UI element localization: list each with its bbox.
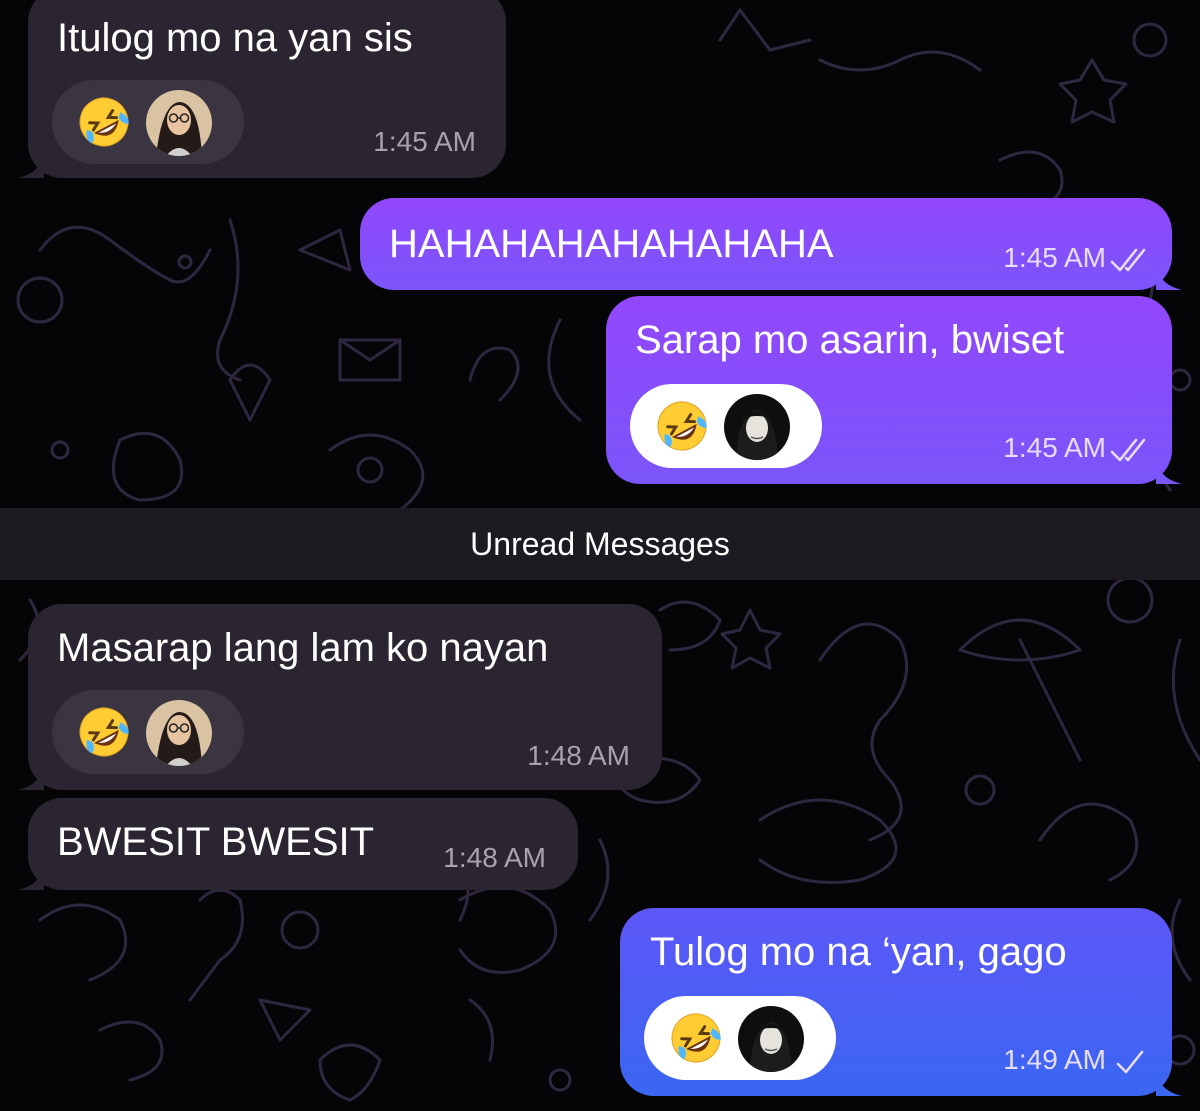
bubble-tail bbox=[18, 152, 44, 178]
avatar-man-hood bbox=[724, 394, 790, 460]
message-text: HAHAHAHAHAHAHAHA bbox=[389, 222, 834, 266]
avatar-man-hood bbox=[738, 1006, 804, 1072]
message-time: 1:49 AM bbox=[1003, 1044, 1106, 1075]
reaction-pill[interactable] bbox=[52, 80, 244, 164]
message-bubble-outgoing[interactable]: Tulog mo na ‘yan, gago 1:49 AM bbox=[620, 908, 1182, 1096]
reaction-pill[interactable] bbox=[644, 996, 836, 1080]
rolling-on-the-floor-laughing-icon bbox=[79, 97, 129, 147]
unread-messages-label: Unread Messages bbox=[470, 526, 730, 562]
rolling-on-the-floor-laughing-icon bbox=[657, 401, 707, 451]
message-time: 1:48 AM bbox=[527, 740, 630, 771]
message-time: 1:48 AM bbox=[443, 842, 546, 873]
message-bubble-incoming[interactable]: BWESIT BWESIT 1:48 AM bbox=[18, 798, 578, 890]
message-text: Masarap lang lam ko nayan bbox=[57, 626, 549, 670]
bubble-tail bbox=[1156, 1070, 1182, 1096]
message-bubble-outgoing[interactable]: Sarap mo asarin, bwiset 1:45 AM bbox=[606, 296, 1182, 484]
unread-messages-divider: Unread Messages bbox=[0, 508, 1200, 580]
message-time: 1:45 AM bbox=[1003, 432, 1106, 463]
reaction-pill[interactable] bbox=[52, 690, 244, 774]
double-check-icon bbox=[1110, 438, 1146, 462]
message-time: 1:45 AM bbox=[1003, 242, 1106, 273]
double-check-icon bbox=[1110, 248, 1146, 272]
bubble-tail bbox=[1156, 264, 1182, 290]
message-bubble-outgoing[interactable]: HAHAHAHAHAHAHAHA 1:45 AM bbox=[360, 198, 1182, 290]
rolling-on-the-floor-laughing-icon bbox=[671, 1013, 721, 1063]
rolling-on-the-floor-laughing-icon bbox=[79, 707, 129, 757]
check-icon bbox=[1116, 1050, 1144, 1074]
avatar-woman-glasses bbox=[146, 90, 212, 156]
message-text: Itulog mo na yan sis bbox=[57, 16, 413, 60]
message-bubble-incoming[interactable]: Masarap lang lam ko nayan 1:48 AM bbox=[18, 604, 662, 790]
bubble-tail bbox=[1156, 458, 1182, 484]
message-text: BWESIT BWESIT bbox=[57, 820, 375, 864]
bubble-tail bbox=[18, 764, 44, 790]
avatar-woman-glasses bbox=[146, 700, 212, 766]
reaction-pill[interactable] bbox=[630, 384, 822, 468]
bubble-tail bbox=[18, 864, 44, 890]
message-time: 1:45 AM bbox=[373, 126, 476, 157]
message-bubble-incoming[interactable]: Itulog mo na yan sis 1:45 AM bbox=[18, 0, 506, 178]
chat-view: Itulog mo na yan sis 1:45 AM HAHAHAHAHAH… bbox=[0, 0, 1200, 1111]
message-text: Sarap mo asarin, bwiset bbox=[635, 318, 1065, 362]
message-text: Tulog mo na ‘yan, gago bbox=[650, 930, 1067, 974]
